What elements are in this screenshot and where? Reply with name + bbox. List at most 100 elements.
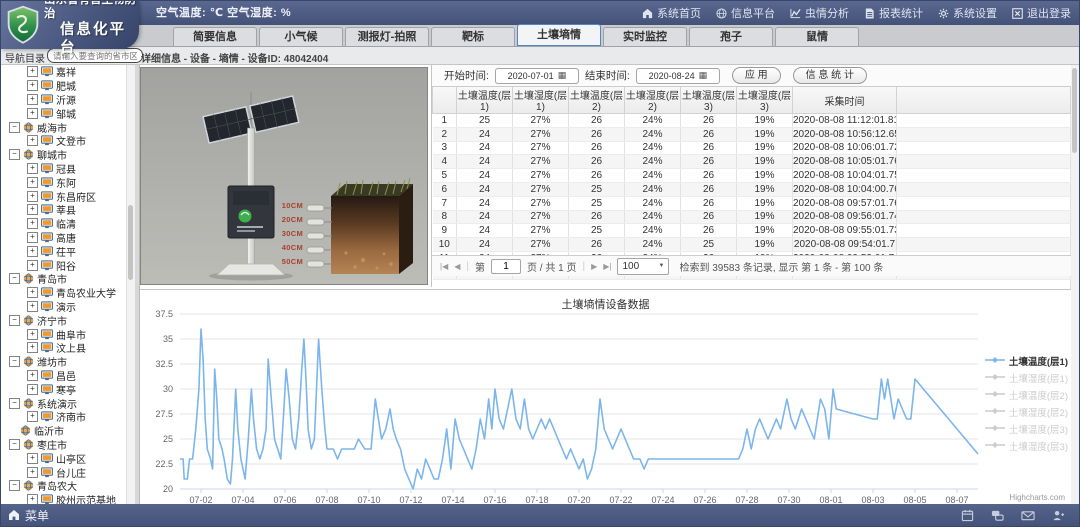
tree-item-曲阜市[interactable]: +曲阜市: [1, 327, 126, 341]
expand-icon[interactable]: +: [27, 329, 38, 340]
collapse-icon[interactable]: −: [9, 356, 20, 367]
tree-item-枣庄市[interactable]: −枣庄市: [1, 438, 126, 452]
table-row[interactable]: 42427%2624%2619%2020-08-08 10:05:01.763: [433, 155, 1071, 169]
menu-item-虫情分析[interactable]: 虫情分析: [790, 5, 849, 21]
tree-item-济南市[interactable]: +济南市: [1, 410, 126, 424]
tree-item-嘉祥[interactable]: +嘉祥: [1, 65, 126, 79]
tree-item-系统演示[interactable]: −系统演示: [1, 396, 126, 410]
expand-icon[interactable]: +: [27, 135, 38, 146]
tree-item-东阿[interactable]: +东阿: [1, 175, 126, 189]
collapse-icon[interactable]: −: [9, 398, 20, 409]
main-scrollbar[interactable]: [1070, 65, 1079, 504]
collapse-icon[interactable]: −: [9, 149, 20, 160]
tree-item-寒亭[interactable]: +寒亭: [1, 382, 126, 396]
tab-小气候[interactable]: 小气候: [259, 27, 343, 46]
legend-item-土壤湿度(层3)[interactable]: 土壤湿度(层3): [985, 439, 1068, 453]
chart-credit[interactable]: Highcharts.com: [1009, 493, 1065, 502]
menu-button[interactable]: 菜单: [8, 504, 49, 526]
table-row[interactable]: 62427%2524%2619%2020-08-08 10:04:00.76: [433, 182, 1071, 196]
tab-孢子[interactable]: 孢子: [689, 27, 773, 46]
tab-土壤墒情[interactable]: 土壤墒情: [517, 24, 601, 46]
prev-page-button[interactable]: ◀: [454, 262, 460, 271]
expand-icon[interactable]: +: [27, 494, 38, 504]
column-header[interactable]: 土壤湿度(层1): [513, 87, 569, 114]
calendar-icon[interactable]: ▦: [558, 70, 567, 81]
tree-item-演示[interactable]: +演示: [1, 300, 126, 314]
menu-item-信息平台[interactable]: 信息平台: [716, 5, 775, 21]
next-page-button[interactable]: ▶: [591, 262, 597, 271]
user-icon[interactable]: [1052, 509, 1065, 522]
last-page-button[interactable]: ▶|: [603, 262, 611, 271]
table-row[interactable]: 82427%2624%2619%2020-08-08 09:56:01.747: [433, 210, 1071, 224]
first-page-button[interactable]: |◀: [440, 262, 448, 271]
expand-icon[interactable]: +: [27, 204, 38, 215]
tree-item-昌邑[interactable]: +昌邑: [1, 369, 126, 383]
tree-item-文登市[interactable]: +文登市: [1, 134, 126, 148]
table-row[interactable]: 12527%2624%2619%2020-08-08 11:12:01.813: [433, 114, 1071, 128]
tree-item-青岛农大[interactable]: −青岛农大: [1, 479, 126, 493]
column-header[interactable]: 土壤温度(层3): [681, 87, 737, 114]
table-row[interactable]: 32427%2624%2619%2020-08-08 10:06:01.72: [433, 141, 1071, 155]
legend-item-土壤温度(层3)[interactable]: 土壤温度(层3): [985, 422, 1068, 436]
tree-item-阳谷[interactable]: +阳谷: [1, 258, 126, 272]
menu-item-退出登录[interactable]: 退出登录: [1012, 5, 1071, 21]
expand-icon[interactable]: +: [27, 177, 38, 188]
calendar-icon[interactable]: [961, 509, 974, 522]
table-row[interactable]: 22427%2624%2619%2020-08-08 10:56:12.657: [433, 127, 1071, 141]
expand-icon[interactable]: +: [27, 108, 38, 119]
tree-item-胶州示范基地[interactable]: +胶州示范基地: [1, 493, 126, 504]
page-number-input[interactable]: [491, 259, 521, 274]
column-header[interactable]: 土壤湿度(层3): [737, 87, 793, 114]
tab-测报灯-拍照[interactable]: 测报灯-拍照: [345, 27, 429, 46]
collapse-icon[interactable]: −: [9, 439, 20, 450]
tree-item-聊城市[interactable]: −聊城市: [1, 148, 126, 162]
expand-icon[interactable]: +: [27, 301, 38, 312]
expand-icon[interactable]: +: [27, 260, 38, 271]
expand-icon[interactable]: +: [27, 66, 38, 77]
tab-实时监控[interactable]: 实时监控: [603, 27, 687, 46]
tree-item-茌平[interactable]: +茌平: [1, 244, 126, 258]
start-date-input[interactable]: 2020-07-01 ▦: [495, 68, 579, 84]
expand-icon[interactable]: +: [27, 411, 38, 422]
tree-item-汶上县[interactable]: +汶上县: [1, 341, 126, 355]
expand-icon[interactable]: +: [27, 287, 38, 298]
collapse-icon[interactable]: −: [9, 480, 20, 491]
menu-item-系统首页[interactable]: 系统首页: [642, 5, 701, 21]
sidebar-scrollbar-thumb[interactable]: [128, 205, 133, 280]
tree-item-威海市[interactable]: −威海市: [1, 120, 126, 134]
table-row[interactable]: 92427%2524%2619%2020-08-08 09:55:01.73: [433, 224, 1071, 238]
expand-icon[interactable]: +: [27, 246, 38, 257]
expand-icon[interactable]: +: [27, 453, 38, 464]
tree-item-青岛农业大学[interactable]: +青岛农业大学: [1, 286, 126, 300]
tree-item-肥城[interactable]: +肥城: [1, 79, 126, 93]
menu-item-系统设置[interactable]: 系统设置: [938, 5, 997, 21]
expand-icon[interactable]: +: [27, 163, 38, 174]
expand-icon[interactable]: +: [27, 218, 38, 229]
main-scrollbar-thumb[interactable]: [1072, 68, 1077, 153]
tab-靶标[interactable]: 靶标: [431, 27, 515, 46]
tree-item-莘县[interactable]: +莘县: [1, 203, 126, 217]
collapse-icon[interactable]: −: [9, 273, 20, 284]
tree-item-东昌府区[interactable]: +东昌府区: [1, 189, 126, 203]
tree-item-临沂市[interactable]: 临沂市: [1, 424, 126, 438]
table-row[interactable]: 102427%2624%2519%2020-08-08 09:54:01.7: [433, 238, 1071, 252]
column-header[interactable]: 土壤温度(层1): [457, 87, 513, 114]
column-header[interactable]: 土壤湿度(层2): [625, 87, 681, 114]
apply-button[interactable]: 应 用: [732, 67, 781, 84]
expand-icon[interactable]: +: [27, 467, 38, 478]
page-size-select[interactable]: 100 ▼: [617, 258, 669, 275]
tree-item-济宁市[interactable]: −济宁市: [1, 313, 126, 327]
expand-icon[interactable]: +: [27, 232, 38, 243]
tab-鼠情[interactable]: 鼠情: [775, 27, 859, 46]
column-header[interactable]: 土壤温度(层2): [569, 87, 625, 114]
tree-item-邹城[interactable]: +邹城: [1, 106, 126, 120]
end-date-input[interactable]: 2020-08-24 ▦: [636, 68, 720, 84]
chat-icon[interactable]: [991, 509, 1004, 522]
expand-icon[interactable]: +: [27, 80, 38, 91]
collapse-icon[interactable]: −: [9, 315, 20, 326]
tree-item-冠县[interactable]: +冠县: [1, 162, 126, 176]
column-header[interactable]: 采集时间: [793, 87, 897, 114]
tree-item-临清[interactable]: +临清: [1, 217, 126, 231]
collapse-icon[interactable]: −: [9, 122, 20, 133]
table-row[interactable]: 72427%2524%2619%2020-08-08 09:57:01.76: [433, 196, 1071, 210]
